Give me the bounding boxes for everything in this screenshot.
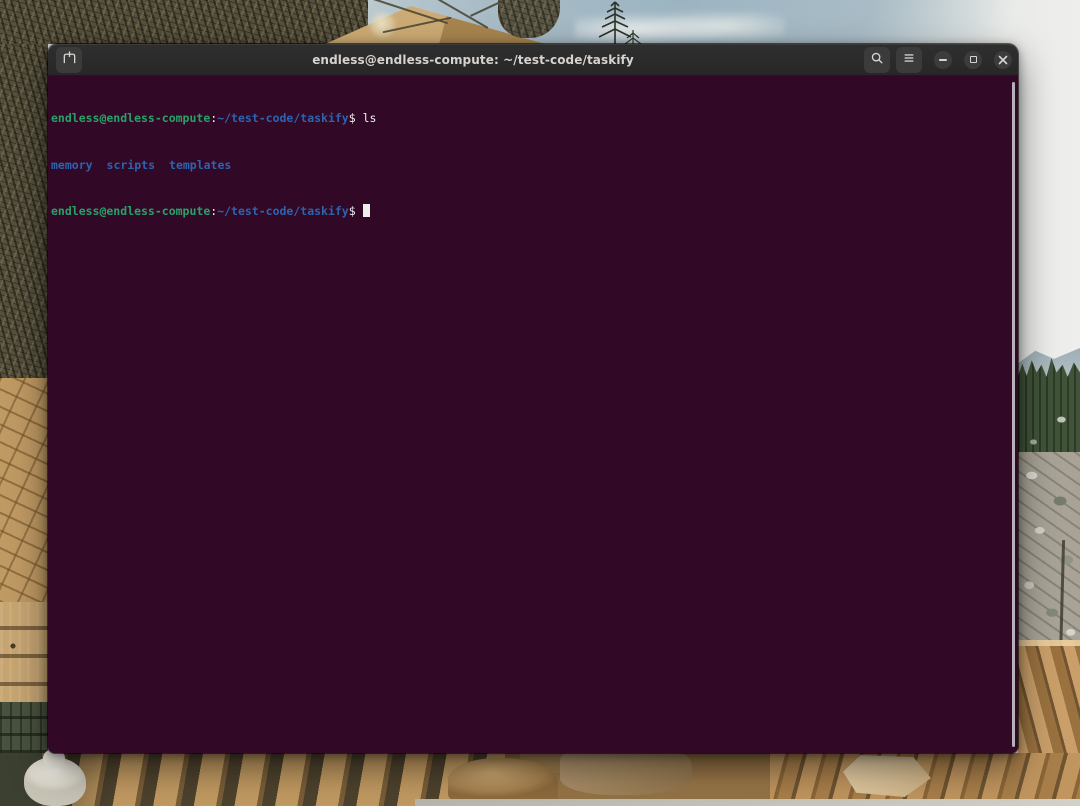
close-button[interactable] <box>994 51 1012 69</box>
menu-button[interactable] <box>896 47 922 73</box>
wallpaper-pine-tree <box>575 0 655 44</box>
wallpaper-branch-wall <box>0 44 48 378</box>
terminal-window: endless@endless-compute: ~/test-code/tas… <box>48 44 1018 753</box>
wallpaper-white-object <box>24 757 86 806</box>
wallpaper-path-edge <box>415 799 1080 806</box>
wallpaper-light-blob <box>370 12 396 38</box>
wallpaper-green-shingles <box>0 702 48 760</box>
prompt-path: ~/test-code/taskify <box>217 204 349 218</box>
terminal-prompt-line: endless@endless-compute:~/test-code/task… <box>51 204 1008 220</box>
directory-name: scripts <box>107 158 155 172</box>
terminal-output-line: memory scripts templates <box>51 158 1008 174</box>
search-icon <box>870 50 884 69</box>
terminal-cursor <box>363 204 370 217</box>
terminal-prompt-line: endless@endless-compute:~/test-code/task… <box>51 111 1008 127</box>
prompt-symbol: $ <box>349 111 363 125</box>
wallpaper-branch-roof <box>0 0 368 44</box>
minimize-icon <box>939 59 947 61</box>
prompt-path: ~/test-code/taskify <box>217 111 349 125</box>
wallpaper-log-beams <box>0 602 48 702</box>
desktop: endless@endless-compute: ~/test-code/tas… <box>0 0 1080 806</box>
maximize-icon <box>970 56 977 63</box>
prompt-symbol: $ <box>349 204 363 218</box>
window-title: endless@endless-compute: ~/test-code/tas… <box>88 53 858 67</box>
wallpaper-boulder <box>560 753 692 795</box>
tab-new-icon <box>62 50 77 69</box>
directory-name: memory <box>51 158 93 172</box>
close-icon <box>998 50 1008 69</box>
wallpaper-shingles <box>0 378 48 602</box>
new-tab-button[interactable] <box>56 47 82 73</box>
directory-name: templates <box>169 158 231 172</box>
prompt-user-host: endless@endless-compute <box>51 111 210 125</box>
terminal-content[interactable]: endless@endless-compute:~/test-code/task… <box>48 76 1018 753</box>
command-text: ls <box>363 111 377 125</box>
prompt-user-host: endless@endless-compute <box>51 204 210 218</box>
minimize-button[interactable] <box>934 51 952 69</box>
terminal-scrollbar[interactable] <box>1012 82 1015 747</box>
search-button[interactable] <box>864 47 890 73</box>
menu-icon <box>902 50 916 69</box>
maximize-button[interactable] <box>964 51 982 69</box>
wallpaper-rocky-slope <box>1018 452 1080 648</box>
window-titlebar[interactable]: endless@endless-compute: ~/test-code/tas… <box>48 44 1018 76</box>
